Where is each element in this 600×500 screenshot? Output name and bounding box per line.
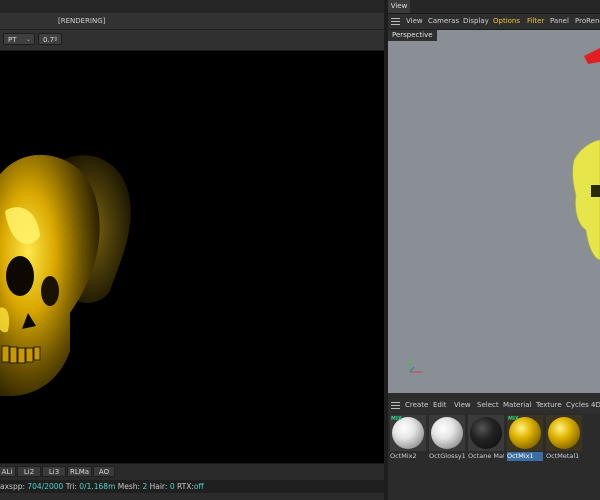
menu-view[interactable]: View — [406, 17, 423, 25]
render-viewport[interactable] — [0, 51, 384, 463]
material-item[interactable]: MIX OctMix2 — [390, 415, 426, 461]
pass-button-ao[interactable]: AO — [93, 466, 115, 477]
menu-cycles4d[interactable]: Cycles 4D — [566, 401, 600, 409]
menu-select[interactable]: Select — [477, 401, 499, 409]
hair-value: 0 — [169, 482, 175, 491]
material-swatch: MIX — [507, 415, 543, 451]
material-manager-menubar: Create Edit View Select Material Texture… — [388, 398, 600, 413]
hamburger-menu-icon[interactable] — [391, 402, 400, 409]
viewport-skull — [572, 139, 600, 261]
material-swatch — [468, 415, 504, 451]
stepper-arrows-icon: ⇕ — [52, 36, 58, 43]
material-item[interactable]: OctGlossy1 — [429, 415, 465, 461]
bottom-status-strip — [0, 493, 600, 500]
tri-label: Tri: — [65, 482, 77, 491]
menu-filter[interactable]: Filter — [527, 17, 544, 25]
render-stats-bar: axspp: 704/2000 Tri: 0/1.168m Mesh: 2 Ha… — [0, 480, 384, 493]
rtx-value: off — [193, 482, 204, 491]
chevron-down-icon: ⌄ — [25, 36, 31, 43]
material-name: Octane Mat — [468, 452, 504, 460]
material-swatch: MIX — [390, 415, 426, 451]
view-tabbar: View — [388, 0, 600, 14]
menu-create[interactable]: Create — [405, 401, 428, 409]
mesh-value: 2 — [142, 482, 148, 491]
material-preview-sphere — [548, 417, 580, 449]
material-item[interactable]: OctMetal1 — [546, 415, 582, 461]
material-mix-tag: MIX — [508, 416, 519, 422]
material-item[interactable]: MIX OctMix1 — [507, 415, 543, 461]
tri-value: 0/1.168m — [79, 482, 116, 491]
material-item[interactable]: Octane Mat — [468, 415, 504, 461]
rtx-label: RTX: — [176, 482, 194, 491]
material-mix-tag: MIX — [391, 416, 402, 422]
menu-display[interactable]: Display — [463, 17, 489, 25]
material-name: OctMix2 — [390, 452, 417, 460]
pass-button-ali[interactable]: ALi — [0, 466, 16, 477]
material-name: OctMetal1 — [546, 452, 580, 460]
menu-cameras[interactable]: Cameras — [428, 17, 459, 25]
tab-view[interactable]: View — [388, 0, 410, 13]
material-name: OctMix1 — [507, 452, 543, 461]
kernel-select-value: PT — [8, 36, 17, 44]
menu-edit[interactable]: Edit — [433, 401, 447, 409]
material-preview-sphere — [431, 417, 463, 449]
axis-gizmo — [409, 360, 422, 373]
render-status-bar: [RENDERING] — [0, 13, 384, 30]
menu-prorender[interactable]: ProRende — [575, 17, 600, 25]
hamburger-menu-icon[interactable] — [391, 18, 400, 25]
pass-button-li3[interactable]: Li3 — [42, 466, 66, 477]
material-name: OctGlossy1 — [429, 452, 465, 460]
value-stepper[interactable]: 0.7 ⇕ — [38, 33, 62, 45]
pass-button-li2[interactable]: Li2 — [17, 466, 41, 477]
viewport-skull-eye — [591, 185, 600, 197]
pass-button-rlma[interactable]: RLMa — [67, 466, 92, 477]
material-swatch — [429, 415, 465, 451]
material-preview-sphere — [470, 417, 502, 449]
mesh-label: Mesh: — [117, 482, 141, 491]
maxspp-label: axspp: — [0, 482, 25, 491]
red-object — [584, 48, 600, 64]
menu-material[interactable]: Material — [503, 401, 531, 409]
material-swatch — [546, 415, 582, 451]
menu-panel[interactable]: Panel — [550, 17, 569, 25]
skull-render-image — [0, 155, 131, 396]
maxspp-value: 704/2000 — [27, 482, 64, 491]
material-list: MIX OctMix2 OctGlossy1 Octane Mat MIX OctMix1… — [388, 413, 600, 493]
hair-label: Hair: — [149, 482, 168, 491]
kernel-select[interactable]: PT ⌄ — [3, 33, 35, 45]
menu-view[interactable]: View — [454, 401, 471, 409]
menu-texture[interactable]: Texture — [536, 401, 562, 409]
menu-options[interactable]: Options — [493, 17, 520, 25]
render-pass-bar: ALi Li2 Li3 RLMa AO — [0, 463, 384, 480]
view-menubar: View Cameras Display Options Filter Pane… — [388, 14, 600, 30]
render-window-tabbar — [0, 0, 384, 14]
viewport-scene — [409, 48, 600, 373]
perspective-viewport[interactable]: Perspective — [388, 30, 600, 393]
render-toolbar: PT ⌄ 0.7 ⇕ — [0, 30, 384, 51]
render-status-text: [RENDERING] — [58, 17, 106, 25]
